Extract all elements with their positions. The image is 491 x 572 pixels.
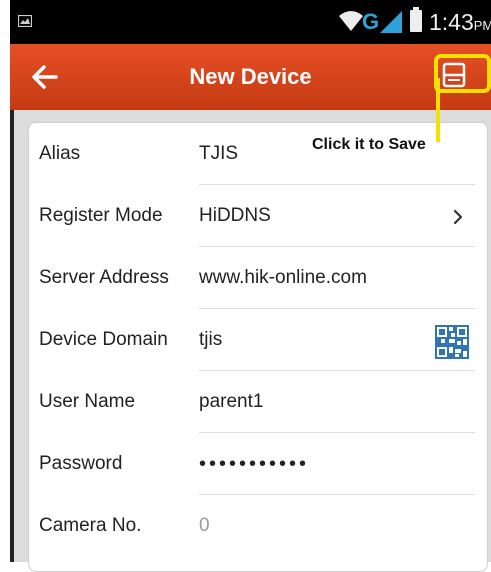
alias-field[interactable]: TJIS (199, 123, 238, 185)
alias-label: Alias (39, 143, 81, 164)
camera-no-row[interactable]: Camera No. 0 (29, 495, 487, 557)
register-mode-value: HiDDNS (199, 205, 271, 226)
screen-edge (10, 110, 14, 562)
register-mode-label: Register Mode (39, 205, 163, 226)
save-highlight-box (434, 54, 491, 93)
wifi-icon (339, 11, 363, 31)
user-name-label: User Name (39, 391, 136, 412)
chevron-right-icon (453, 209, 463, 225)
user-name-row[interactable]: User Name parent1 (29, 371, 487, 433)
server-address-label: Server Address (39, 267, 169, 288)
title-bar: New Device (10, 44, 491, 110)
device-form-card: Alias TJIS Register Mode HiDDNS Server A… (28, 122, 488, 572)
signal-icon (380, 11, 402, 33)
qr-code-icon[interactable] (435, 325, 469, 359)
device-domain-label: Device Domain (39, 329, 168, 350)
password-label: Password (39, 453, 123, 474)
phone-screen: G 1:43PM New Device Alias TJIS Register … (10, 0, 491, 572)
annotation-text: Click it to Save (312, 136, 426, 153)
camera-no-label: Camera No. (39, 515, 142, 536)
register-mode-row[interactable]: Register Mode HiDDNS (29, 185, 487, 247)
server-address-row[interactable]: Server Address www.hik-online.com (29, 247, 487, 309)
status-time: 1:43PM (429, 9, 491, 35)
status-bar: G 1:43PM (10, 0, 491, 44)
device-domain-field[interactable]: tjis (199, 309, 222, 371)
page-title: New Device (189, 64, 312, 89)
notification-icon (18, 15, 32, 27)
annotation-pointer-line (436, 78, 440, 142)
alias-row[interactable]: Alias TJIS (29, 123, 487, 185)
network-type: G (362, 9, 380, 34)
server-address-field[interactable]: www.hik-online.com (199, 247, 367, 309)
password-row[interactable]: Password ••••••••••• (29, 433, 487, 495)
user-name-field[interactable]: parent1 (199, 371, 263, 433)
device-domain-row[interactable]: Device Domain tjis (29, 309, 487, 371)
content-area: Alias TJIS Register Mode HiDDNS Server A… (10, 110, 491, 572)
battery-icon (410, 7, 422, 32)
password-field[interactable]: ••••••••••• (199, 433, 309, 495)
camera-no-field[interactable]: 0 (199, 495, 210, 557)
